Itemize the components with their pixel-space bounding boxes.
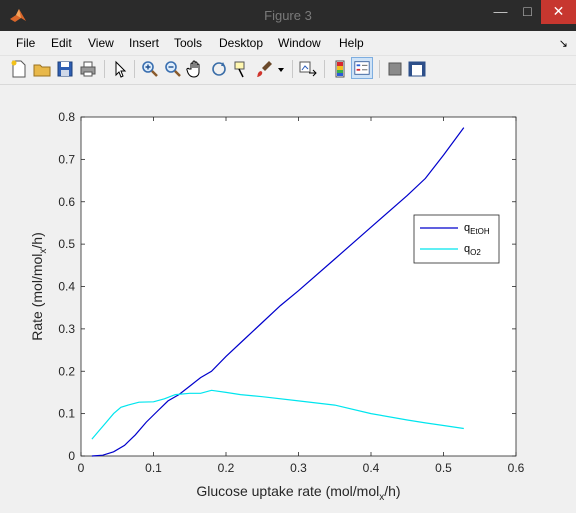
menu-bar: File Edit View Insert Tools Desktop Wind… <box>0 31 576 56</box>
open-file-icon[interactable] <box>32 59 52 79</box>
maximize-button[interactable]: □ <box>514 0 541 24</box>
x-tick-label: 0.2 <box>218 461 235 475</box>
legend-button-active[interactable] <box>351 57 373 79</box>
y-tick-label: 0.4 <box>58 280 75 294</box>
menu-edit[interactable]: Edit <box>51 36 72 50</box>
show-plot-tools-icon[interactable] <box>407 59 427 79</box>
y-tick-label: 0.8 <box>58 110 75 124</box>
toolbar-separator <box>379 60 380 78</box>
menu-help[interactable]: Help <box>339 36 364 50</box>
line-plot[interactable]: 0 0.1 0.2 0.3 0.4 0.5 0.6 0 0.1 0.2 0.3 0.4 0.5 0.6 0.… <box>8 85 568 505</box>
zoom-out-icon[interactable] <box>163 59 183 79</box>
y-tick-label: 0.5 <box>58 237 75 251</box>
y-axis-label: Rate (mol/molx/h) <box>29 232 49 340</box>
y-tick-label: 0.2 <box>58 364 75 378</box>
close-button[interactable]: ✕ <box>541 0 576 24</box>
print-icon[interactable] <box>78 59 98 79</box>
x-tick-label: 0.1 <box>145 461 162 475</box>
menu-window[interactable]: Window <box>278 36 321 50</box>
title-bar[interactable]: Figure 3 — □ ✕ <box>0 0 576 31</box>
x-tick-label: 0.5 <box>435 461 452 475</box>
hide-plot-tools-icon[interactable] <box>385 59 405 79</box>
y-tick-label: 0.1 <box>58 407 75 421</box>
toolbar-separator <box>134 60 135 78</box>
y-tick-label: 0.6 <box>58 195 75 209</box>
x-axis-label: Glucose uptake rate (mol/molx/h) <box>196 483 400 503</box>
dock-figure-icon[interactable]: ↘ <box>559 37 568 50</box>
legend-icon <box>354 61 370 75</box>
save-icon[interactable] <box>55 59 75 79</box>
menu-insert[interactable]: Insert <box>129 36 159 50</box>
menu-desktop[interactable]: Desktop <box>219 36 263 50</box>
x-tick-label: 0.4 <box>363 461 380 475</box>
brush-icon[interactable] <box>255 59 275 79</box>
legend[interactable]: qEtOH qO2 <box>413 214 500 264</box>
toolbar-separator <box>292 60 293 78</box>
link-plot-icon[interactable] <box>298 59 318 79</box>
pan-hand-icon[interactable] <box>186 59 206 79</box>
brush-dropdown-icon[interactable] <box>276 59 286 79</box>
figure-toolbar <box>0 56 576 85</box>
new-figure-icon[interactable] <box>9 59 29 79</box>
menu-view[interactable]: View <box>88 36 114 50</box>
figure-canvas: 0 0.1 0.2 0.3 0.4 0.5 0.6 0 0.1 0.2 0.3 0.4 0.5 0.6 0.… <box>8 85 568 505</box>
axes-box <box>80 116 517 457</box>
zoom-in-icon[interactable] <box>140 59 160 79</box>
figure-window: Figure 3 — □ ✕ File Edit View Insert Too… <box>0 0 576 513</box>
edit-plot-arrow-icon[interactable] <box>110 59 130 79</box>
y-tick-label: 0 <box>68 449 75 463</box>
toolbar-separator <box>324 60 325 78</box>
toolbar-separator <box>104 60 105 78</box>
minimize-button[interactable]: — <box>487 0 514 24</box>
data-cursor-icon[interactable] <box>232 59 252 79</box>
x-tick-label: 0.6 <box>508 461 525 475</box>
y-tick-label: 0.3 <box>58 322 75 336</box>
menu-file[interactable]: File <box>16 36 35 50</box>
x-tick-label: 0 <box>78 461 85 475</box>
menu-tools[interactable]: Tools <box>174 36 202 50</box>
legend-box <box>413 214 500 264</box>
x-tick-label: 0.3 <box>290 461 307 475</box>
y-tick-label: 0.7 <box>58 152 75 166</box>
colorbar-icon[interactable] <box>330 59 350 79</box>
rotate-3d-icon[interactable] <box>209 59 229 79</box>
